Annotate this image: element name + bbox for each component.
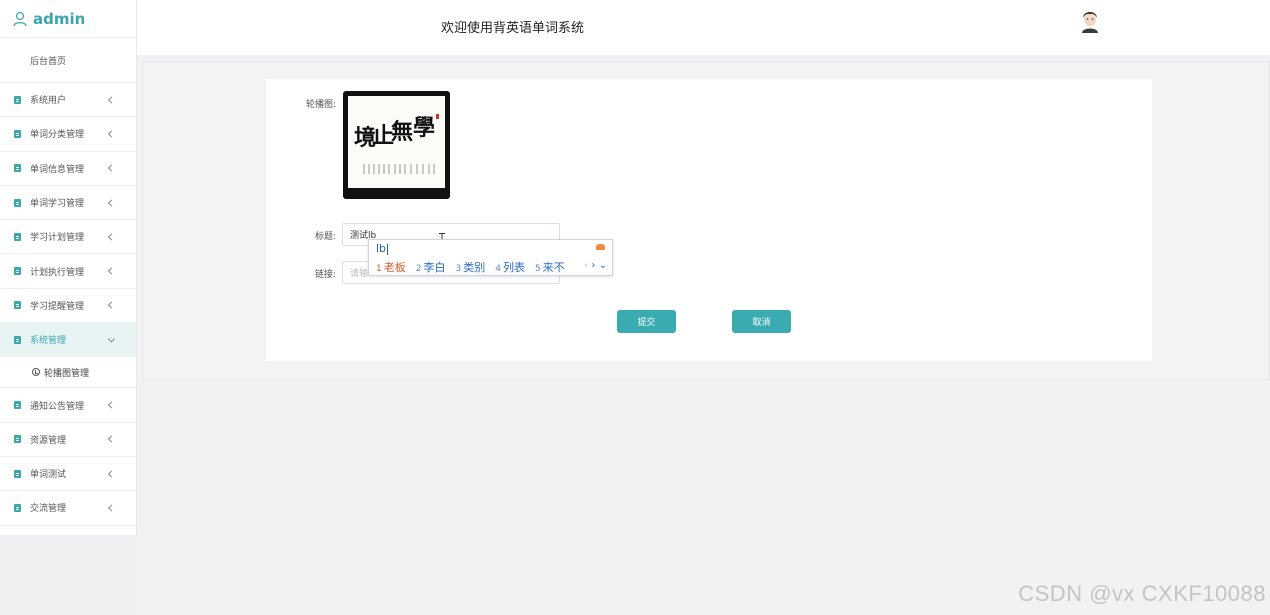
chevron-left-icon	[107, 435, 116, 443]
sidebar-item-label: 交流管理	[30, 504, 67, 515]
sidebar-brand[interactable]: admin	[0, 0, 136, 38]
chevron-left-icon	[107, 470, 116, 478]
sidebar-item-plan-execution[interactable]: 计划执行管理	[0, 254, 136, 289]
page-title: 欢迎使用背英语单词系统	[441, 21, 585, 36]
candidate-number: 4	[495, 264, 501, 274]
sidebar-panel: admin 后台首页 系统用户 单词分类管理 单词信息管理 单词学习管理 学习计…	[0, 0, 137, 535]
sidebar-item-home[interactable]: 后台首页	[0, 38, 136, 83]
link-label: 链接:	[315, 270, 337, 280]
candidate-number: 3	[455, 264, 462, 274]
chevron-left-icon	[107, 504, 116, 512]
clock-icon	[32, 368, 40, 377]
user-icon	[13, 11, 27, 26]
submit-button[interactable]: 提交	[617, 310, 676, 333]
sidebar-item-label: 单词学习管理	[30, 199, 85, 210]
chevron-left-icon	[107, 301, 116, 309]
document-icon	[14, 198, 21, 207]
sidebar-item-label: 单词测试	[30, 470, 67, 481]
ime-next-page-icon[interactable]: ›	[591, 260, 595, 271]
ime-candidate-window: lb 1 老板 2 李白 3 类别 4 列表 5 来不 ‹ › ⌄	[368, 239, 613, 276]
cancel-button[interactable]: 取消	[732, 310, 791, 333]
sidebar-subitem-label: 轮播图管理	[44, 368, 90, 379]
ime-expand-icon[interactable]: ⌄	[599, 260, 607, 271]
chevron-left-icon	[107, 164, 116, 172]
candidate-text: 类别	[463, 261, 486, 274]
sidebar-subitem-carousel[interactable]: 轮播图管理	[0, 357, 136, 389]
sidebar-item-label: 计划执行管理	[30, 267, 85, 278]
sidebar-item-users[interactable]: 系统用户	[0, 83, 136, 118]
sidebar-item-label: 学习提醒管理	[30, 301, 85, 312]
sidebar-item-system[interactable]: 系统管理	[0, 323, 136, 358]
document-icon	[14, 469, 21, 478]
sidebar-item-label: 学习计划管理	[30, 233, 85, 244]
sidebar-item-resources[interactable]: 资源管理	[0, 423, 136, 457]
document-icon	[14, 401, 21, 410]
inscription-text	[363, 164, 435, 174]
candidate-text: 李白	[423, 261, 446, 274]
candidate-text: 老板	[383, 261, 406, 274]
ime-candidate[interactable]: 4 列表	[495, 259, 525, 275]
document-icon	[14, 164, 21, 173]
document-icon	[14, 335, 21, 344]
ime-candidate[interactable]: 2 李白	[416, 259, 446, 275]
chevron-left-icon	[107, 96, 116, 104]
document-icon	[14, 435, 21, 444]
document-icon	[14, 232, 21, 241]
ime-page-nav: ‹ › ⌄	[584, 260, 607, 271]
sidebar-item-label: 系统用户	[30, 96, 67, 107]
sidebar-item-label: 资源管理	[30, 435, 67, 446]
ime-candidate-list: 1 老板 2 李白 3 类别 4 列表 5 来不	[376, 259, 575, 275]
carousel-label: 轮播图:	[306, 100, 337, 110]
candidate-number: 5	[534, 264, 541, 274]
sidebar-item-word-info[interactable]: 单词信息管理	[0, 152, 136, 186]
ime-composition: lb	[376, 242, 387, 255]
sidebar-item-label: 通知公告管理	[30, 401, 85, 412]
sidebar-item-word-test[interactable]: 单词测试	[0, 457, 136, 492]
sidebar-item-word-study[interactable]: 单词学习管理	[0, 186, 136, 221]
title-label: 标题:	[315, 232, 337, 242]
ime-prev-page-icon[interactable]: ‹	[584, 260, 588, 271]
calligraphy-char: 無	[391, 119, 414, 145]
chevron-left-icon	[107, 267, 116, 275]
sidebar-item-label: 单词信息管理	[30, 164, 85, 175]
candidate-text: 来不	[542, 261, 565, 274]
ime-candidate[interactable]: 5 来不	[535, 259, 565, 275]
sidebar-item-label: 单词分类管理	[30, 130, 85, 141]
document-icon	[14, 95, 21, 104]
carousel-image[interactable]: 學 無 止 境	[343, 91, 450, 199]
document-icon	[14, 301, 21, 310]
sidebar-item-study-reminder[interactable]: 学习提醒管理	[0, 289, 136, 324]
avatar[interactable]	[1079, 9, 1101, 33]
watermark: CSDN @vx CXKF10088	[1018, 581, 1266, 606]
candidate-text: 列表	[502, 261, 525, 274]
ime-candidate[interactable]: 3 类别	[455, 259, 485, 275]
candidate-number: 2	[415, 264, 422, 274]
chevron-left-icon	[107, 233, 116, 241]
document-icon	[14, 267, 21, 276]
document-icon	[14, 503, 21, 512]
sidebar-item-notices[interactable]: 通知公告管理	[0, 388, 136, 423]
candidate-number: 1	[376, 264, 382, 274]
sidebar: admin 后台首页 系统用户 单词分类管理 单词信息管理 单词学习管理 学习计…	[0, 0, 137, 615]
sidebar-item-study-plan[interactable]: 学习计划管理	[0, 220, 136, 255]
sidebar-item-word-category[interactable]: 单词分类管理	[0, 117, 136, 152]
brand-name: admin	[33, 9, 86, 28]
chevron-left-icon	[107, 198, 116, 207]
chevron-down-icon	[107, 335, 116, 343]
calligraphy-char: 學	[413, 115, 436, 141]
sidebar-item-label: 系统管理	[30, 336, 67, 347]
chevron-left-icon	[107, 130, 116, 138]
seal-stamp	[436, 114, 439, 119]
chevron-left-icon	[107, 401, 116, 409]
ime-logo-icon	[596, 244, 605, 250]
document-icon	[14, 129, 21, 138]
calligraphy-char: 境	[354, 125, 377, 151]
ime-candidate[interactable]: 1 老板	[376, 259, 406, 275]
calligraphy-artwork: 學 無 止 境	[348, 96, 445, 188]
top-header: 欢迎使用背英语单词系统	[137, 0, 1270, 55]
sidebar-item-communication[interactable]: 交流管理	[0, 491, 136, 526]
